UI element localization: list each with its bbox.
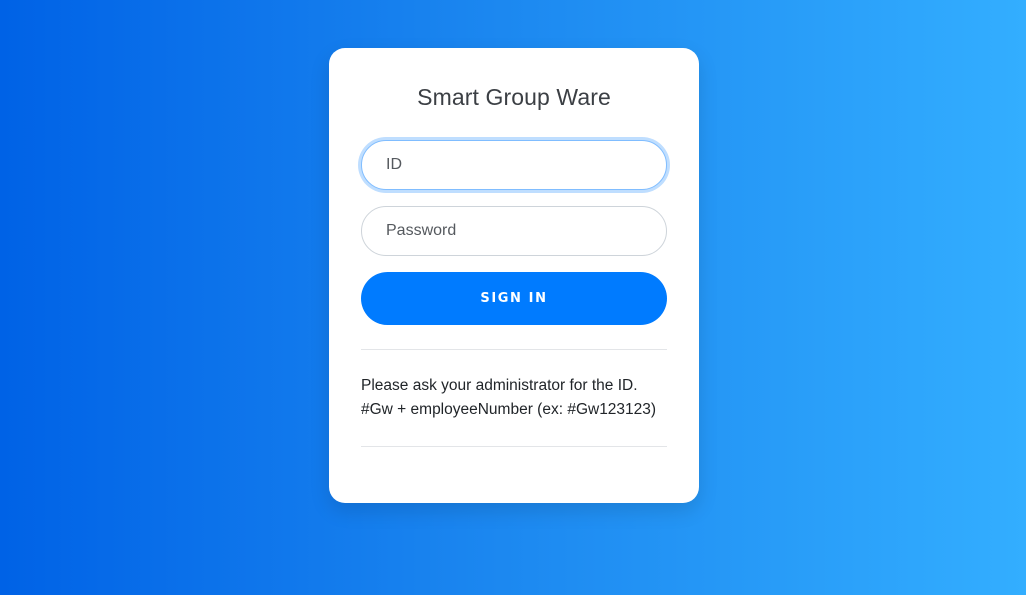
help-text: Please ask your administrator for the ID… [361,374,681,422]
divider [361,446,667,447]
help-text-line: Please ask your administrator for the ID… [361,377,638,394]
divider [361,349,667,350]
login-card: Smart Group Ware SIGN IN Please ask your… [329,48,699,503]
app-title: Smart Group Ware [417,84,611,110]
id-input[interactable] [361,140,667,190]
sign-in-button[interactable]: SIGN IN [361,272,667,325]
password-input[interactable] [361,206,667,256]
help-text-line: #Gw + employeeNumber (ex: #Gw123123) [361,401,657,418]
